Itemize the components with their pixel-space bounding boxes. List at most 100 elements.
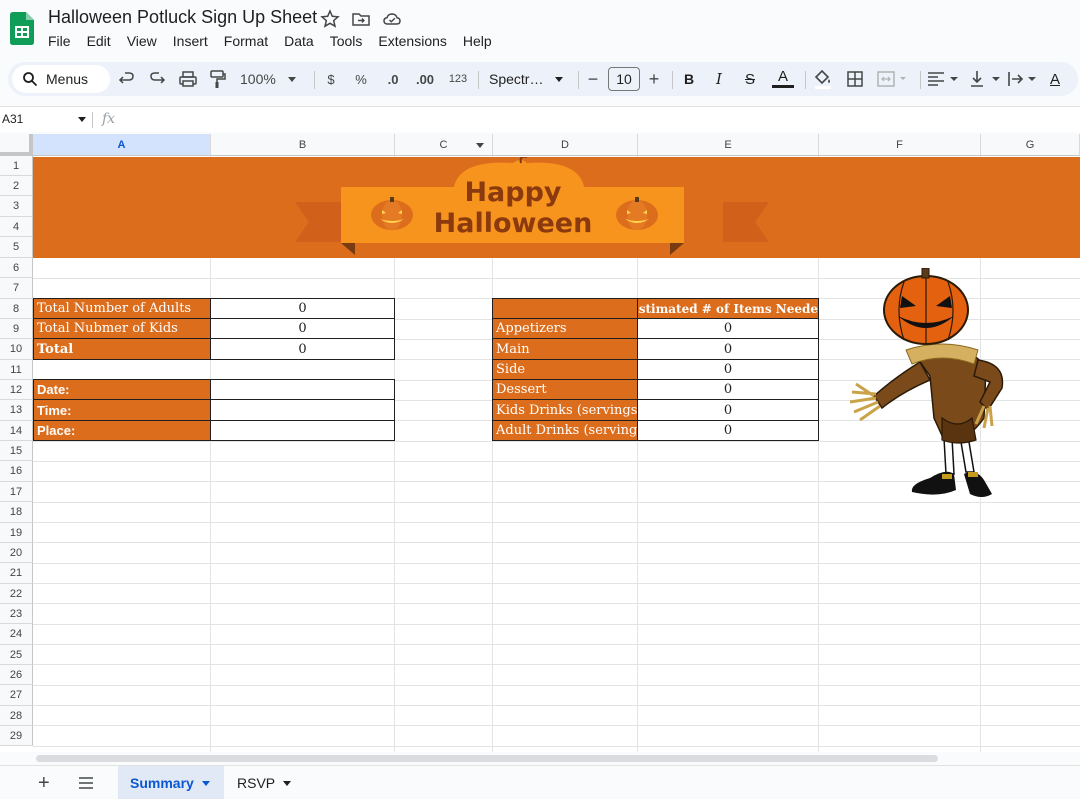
increase-decimal-button[interactable]: .00 [413, 68, 437, 90]
event-label-place[interactable]: Place: [33, 420, 211, 441]
column-header-e[interactable]: E [638, 134, 819, 156]
items-label-kids-drinks[interactable]: Kids Drinks (servings) [492, 399, 638, 421]
text-rotation-button[interactable]: A [1044, 68, 1066, 90]
event-value-time[interactable] [210, 399, 395, 421]
row-header[interactable]: 29 [0, 726, 33, 746]
row-header[interactable]: 25 [0, 645, 33, 665]
filter-chevron-down-icon[interactable] [476, 143, 484, 148]
star-icon[interactable] [320, 9, 340, 29]
row-header[interactable]: 9 [0, 319, 33, 339]
row-header[interactable]: 11 [0, 360, 33, 380]
pumpkin-scarecrow-illustration[interactable] [846, 268, 1010, 504]
bold-button[interactable]: B [682, 68, 696, 90]
menu-help[interactable]: Help [463, 33, 500, 49]
sheet-tab-summary[interactable]: Summary [118, 766, 224, 799]
increase-font-size-button[interactable]: + [647, 68, 661, 90]
row-header[interactable]: 16 [0, 461, 33, 482]
column-header-d[interactable]: D [493, 134, 638, 156]
row-header[interactable]: 22 [0, 584, 33, 604]
items-value-adult-drinks[interactable]: 0 [637, 420, 819, 441]
row-header[interactable]: 8 [0, 299, 33, 319]
row-header[interactable]: 6 [0, 258, 33, 278]
sheet-tab-rsvp[interactable]: RSVP [225, 766, 303, 799]
chevron-down-icon[interactable] [283, 780, 292, 786]
add-sheet-icon[interactable]: + [38, 772, 50, 795]
chevron-down-icon[interactable] [201, 780, 210, 786]
name-box-chevron-down-icon[interactable] [78, 117, 86, 122]
paint-format-icon[interactable] [208, 68, 228, 90]
menus-search-button[interactable]: Menus [12, 65, 110, 93]
menu-format[interactable]: Format [224, 33, 276, 49]
row-header[interactable]: 4 [0, 217, 33, 237]
redo-icon[interactable] [148, 68, 166, 90]
menu-insert[interactable]: Insert [173, 33, 216, 49]
items-value-appetizers[interactable]: 0 [637, 318, 819, 339]
decrease-decimal-button[interactable]: .0 [382, 68, 404, 90]
event-value-date[interactable] [210, 379, 395, 400]
all-sheets-menu-icon[interactable] [78, 777, 94, 789]
print-icon[interactable] [178, 68, 198, 90]
text-wrapping-icon[interactable] [1006, 68, 1040, 90]
summary-value-adults[interactable]: 0 [210, 298, 395, 319]
text-color-button[interactable]: A [772, 68, 794, 88]
row-header[interactable]: 28 [0, 706, 33, 726]
fill-color-icon[interactable] [813, 68, 833, 90]
italic-button[interactable]: I [712, 68, 726, 90]
merge-cells-icon[interactable] [876, 68, 910, 90]
font-family-select[interactable]: Spectr… [489, 68, 567, 90]
undo-icon[interactable] [118, 68, 136, 90]
column-header-c[interactable]: C [395, 134, 493, 156]
items-value-kids-drinks[interactable]: 0 [637, 399, 819, 421]
menu-data[interactable]: Data [284, 33, 322, 49]
items-label-side[interactable]: Side [492, 359, 638, 380]
spreadsheet-grid[interactable]: A B C D E F G 1 2 3 4 5 6 7 8 9 10 11 12… [0, 134, 1080, 752]
summary-label-adults[interactable]: Total Number of Adults [33, 298, 211, 319]
row-header[interactable]: 24 [0, 624, 33, 645]
row-header[interactable]: 7 [0, 278, 33, 299]
horizontal-scrollbar[interactable] [36, 755, 938, 762]
items-value-side[interactable]: 0 [637, 359, 819, 380]
cloud-saved-icon[interactable] [382, 9, 402, 29]
strikethrough-button[interactable]: S [742, 68, 758, 90]
menu-edit[interactable]: Edit [87, 33, 119, 49]
font-size-input[interactable]: 10 [608, 67, 640, 91]
vertical-align-icon[interactable] [968, 68, 1002, 90]
move-folder-icon[interactable] [351, 9, 371, 29]
items-value-main[interactable]: 0 [637, 338, 819, 360]
items-label-dessert[interactable]: Dessert [492, 379, 638, 400]
name-box[interactable]: A31 [2, 112, 23, 126]
menu-extensions[interactable]: Extensions [378, 33, 454, 49]
more-formats-button[interactable]: 123 [445, 68, 471, 90]
row-header[interactable]: 20 [0, 543, 33, 563]
row-header[interactable]: 17 [0, 482, 33, 502]
items-header[interactable]: Estimated # of Items Needed [637, 298, 819, 319]
row-header[interactable]: 27 [0, 685, 33, 706]
summary-value-kids[interactable]: 0 [210, 318, 395, 339]
summary-value-total[interactable]: 0 [210, 338, 395, 360]
row-header[interactable]: 2 [0, 176, 33, 196]
items-value-dessert[interactable]: 0 [637, 379, 819, 400]
event-value-place[interactable] [210, 420, 395, 441]
horizontal-align-icon[interactable] [926, 68, 960, 90]
items-label-appetizers[interactable]: Appetizers [492, 318, 638, 339]
event-label-date[interactable]: Date: [33, 379, 211, 400]
select-all-corner[interactable] [0, 134, 33, 156]
currency-format-button[interactable]: $ [324, 68, 338, 90]
row-header[interactable]: 1 [0, 156, 33, 176]
menu-file[interactable]: File [48, 33, 79, 49]
row-header[interactable]: 26 [0, 665, 33, 685]
borders-icon[interactable] [846, 68, 864, 90]
menu-view[interactable]: View [127, 33, 165, 49]
row-header[interactable]: 5 [0, 237, 33, 258]
items-label-main[interactable]: Main [492, 338, 638, 360]
row-header[interactable]: 14 [0, 421, 33, 441]
items-label-adult-drinks[interactable]: Adult Drinks (servings) [492, 420, 638, 441]
row-header[interactable]: 18 [0, 502, 33, 523]
summary-label-total[interactable]: Total [33, 338, 211, 360]
row-header[interactable]: 15 [0, 441, 33, 461]
column-header-a[interactable]: A [33, 134, 211, 156]
column-header-b[interactable]: B [211, 134, 395, 156]
row-header[interactable]: 12 [0, 380, 33, 400]
row-header[interactable]: 21 [0, 563, 33, 584]
percent-format-button[interactable]: % [354, 68, 368, 90]
